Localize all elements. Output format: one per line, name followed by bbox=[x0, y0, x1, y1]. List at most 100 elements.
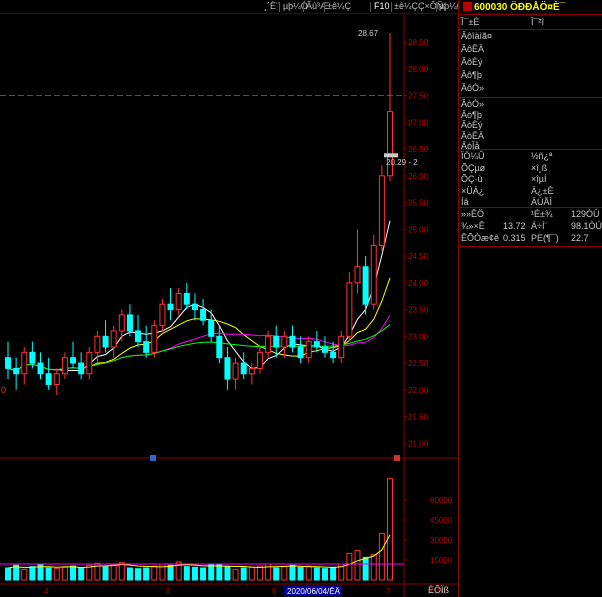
panel-divider bbox=[459, 149, 602, 150]
date-tick-label: 7 bbox=[386, 587, 391, 596]
candle-body bbox=[110, 330, 117, 348]
toolbar-f10-button[interactable]: F10 bbox=[374, 1, 390, 11]
candle-body bbox=[78, 362, 85, 375]
volume-bar bbox=[200, 567, 207, 581]
price-marker bbox=[384, 153, 398, 158]
volume-bar bbox=[281, 566, 288, 581]
volume-bar bbox=[378, 532, 385, 581]
volume-bar bbox=[232, 568, 239, 581]
candle-body bbox=[281, 335, 288, 348]
toolbar-name-button[interactable]: Ãû³Æ bbox=[306, 1, 329, 11]
volume-bar bbox=[297, 566, 304, 581]
candle-body bbox=[70, 357, 77, 364]
candle-body bbox=[135, 330, 142, 343]
quote-stat-label: ½ñ¿ª bbox=[531, 151, 553, 161]
buy-order-row: Âò¶þ bbox=[461, 109, 482, 120]
panel-divider bbox=[459, 207, 602, 208]
crosshair-date-label: 2020/06/04/ËÄ bbox=[287, 587, 341, 596]
volume-bar bbox=[45, 567, 52, 581]
toolbar-separator bbox=[324, 2, 325, 12]
fundamental-label: ÊÕÒæ¢ê bbox=[461, 233, 500, 243]
volume-bar bbox=[313, 567, 320, 581]
volume-bar bbox=[354, 550, 361, 581]
date-tick-label: 6 bbox=[272, 587, 277, 596]
volume-bar bbox=[53, 568, 60, 581]
candle-body bbox=[29, 351, 36, 364]
candle-body bbox=[94, 335, 101, 353]
candle-body bbox=[118, 314, 125, 332]
fundamental-label: »»ÊÖ bbox=[461, 209, 485, 219]
toolbar-restore-button[interactable]: ¸´È¨ bbox=[264, 1, 279, 11]
price-tick-label: 24.00 bbox=[408, 279, 429, 288]
volume-bar bbox=[110, 564, 117, 581]
volume-bar bbox=[370, 554, 377, 581]
order-diff-label: Î¯²î bbox=[531, 17, 544, 27]
quote-stat-label: ÏÖ¼Û bbox=[461, 151, 485, 161]
candle-body bbox=[232, 362, 239, 380]
candle-body bbox=[200, 309, 207, 321]
candle-body bbox=[61, 357, 68, 375]
toolbar-separator bbox=[436, 2, 437, 12]
candlestick-series bbox=[5, 32, 393, 396]
buy-order-row: ÂòÒ» bbox=[461, 99, 485, 109]
candle-body bbox=[297, 346, 304, 359]
fundamental-label: ¾»×Ê bbox=[461, 221, 485, 231]
price-tick-label: 24.50 bbox=[408, 252, 429, 261]
fundamental-value: 13.72 bbox=[503, 221, 526, 231]
volume-bar bbox=[70, 565, 77, 581]
fundamental-value: 129ÒÚ bbox=[571, 209, 600, 219]
volume-bar bbox=[240, 567, 247, 581]
volume-bar bbox=[248, 566, 255, 581]
candle-body bbox=[248, 367, 255, 375]
fundamental-value: 0.315 bbox=[503, 233, 526, 243]
candle-body bbox=[321, 346, 328, 353]
candle-body bbox=[362, 266, 369, 305]
volume-tick-label: 45000 bbox=[430, 516, 453, 525]
candle-body bbox=[191, 303, 198, 311]
fundamental-value: 22.7 bbox=[571, 233, 589, 243]
candle-body bbox=[159, 303, 166, 327]
price-tick-label: 23.50 bbox=[408, 306, 429, 315]
candle-body bbox=[256, 351, 263, 369]
kline-chart[interactable]: 28.50 28.00 27.50 27.00 26.50 26.00 25.50 25.00… bbox=[0, 14, 458, 597]
stock-code-title[interactable]: 600030 ÖÐÐÅÖ¤È¯ bbox=[474, 2, 565, 13]
left-edge-label: 0 bbox=[1, 385, 6, 395]
candle-body bbox=[37, 362, 44, 375]
volume-bar bbox=[5, 567, 11, 581]
candle-body bbox=[208, 319, 215, 337]
volume-bar bbox=[321, 568, 328, 581]
candle-body bbox=[346, 282, 353, 337]
volume-bar bbox=[330, 566, 337, 581]
candle-body bbox=[86, 351, 93, 375]
price-tick-label: 28.00 bbox=[408, 65, 429, 74]
period-daily-tab[interactable]: ÈÕÏß bbox=[428, 585, 449, 595]
candle-body bbox=[240, 362, 247, 375]
volume-bar bbox=[167, 564, 174, 581]
buy-order-row: ÂòÈý bbox=[461, 120, 483, 130]
quote-stat-label: ×ÜÁ¿ bbox=[461, 185, 485, 196]
quote-side-panel: 600030 ÖÐÐÅÖ¤È¯ Î¯±È Î¯²î Âôîàìã¤ ÂôËÄ ÂôÈ… bbox=[458, 0, 602, 597]
volume-bars bbox=[0, 478, 404, 581]
volume-bar bbox=[13, 564, 20, 581]
price-tick-label: 21.50 bbox=[408, 413, 429, 422]
panel-divider bbox=[459, 29, 602, 30]
fundamental-label: ¹É±¾ bbox=[531, 209, 553, 219]
candle-body bbox=[175, 293, 182, 311]
price-tick-label: 22.50 bbox=[408, 359, 429, 368]
toolbar-separator bbox=[370, 2, 371, 12]
toolbar-mark-button[interactable]: ±ê¼Ç bbox=[327, 1, 351, 11]
quote-stat-label: Á¿±È bbox=[531, 185, 554, 196]
volume-bar bbox=[273, 567, 280, 581]
candle-body bbox=[13, 367, 20, 375]
panel-divider bbox=[459, 246, 602, 247]
candle-body bbox=[370, 244, 377, 305]
candle-body bbox=[330, 351, 337, 359]
candle-body bbox=[151, 325, 158, 353]
volume-bar bbox=[61, 566, 68, 581]
sell-order-row: ÂôËÄ bbox=[461, 44, 485, 54]
toolbar-separator bbox=[279, 2, 280, 12]
volume-bar bbox=[191, 566, 198, 581]
volume-bar bbox=[21, 568, 28, 581]
event-marker bbox=[150, 455, 156, 461]
volume-bar bbox=[224, 566, 231, 581]
